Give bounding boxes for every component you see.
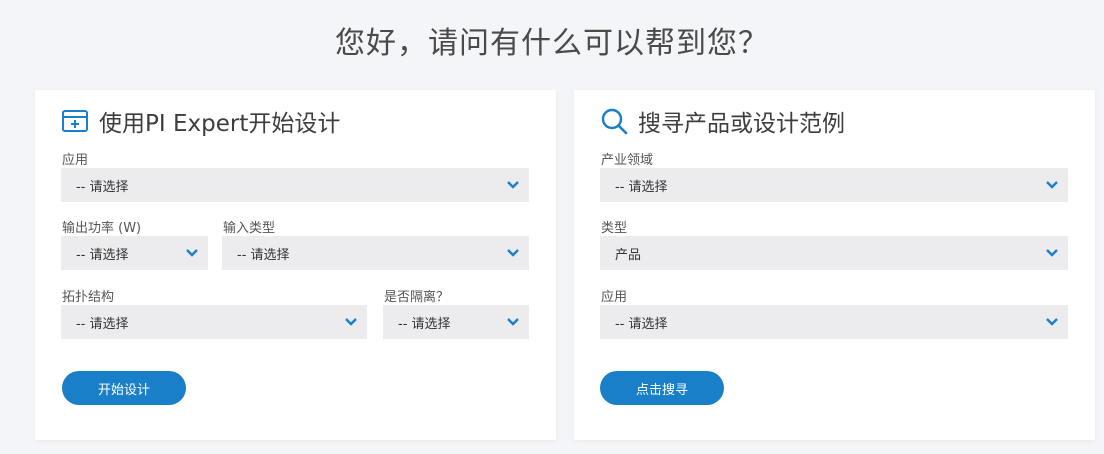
industry-select[interactable]: -- 请选择: [600, 168, 1068, 202]
search-icon: [600, 107, 628, 135]
application-select-value: -- 请选择: [76, 179, 129, 195]
page-title: 您好，请问有什么可以帮到您？: [335, 26, 769, 61]
application-label: 应用: [601, 290, 628, 305]
isolated-select-value: -- 请选择: [398, 316, 451, 332]
type-select[interactable]: 产品: [600, 236, 1068, 270]
type-label: 类型: [601, 221, 628, 236]
chevron-down-icon: [186, 249, 198, 257]
input-type-label: 输入类型: [223, 221, 276, 236]
output-power-select[interactable]: -- 请选择: [61, 236, 208, 270]
application-select[interactable]: -- 请选择: [61, 168, 529, 202]
chevron-down-icon: [507, 249, 519, 257]
output-power-select-value: -- 请选择: [76, 247, 129, 263]
topology-select-value: -- 请选择: [76, 316, 129, 332]
design-panel-icon: [61, 107, 89, 135]
chevron-down-icon: [507, 318, 519, 326]
start-design-button[interactable]: 开始设计: [62, 371, 186, 405]
topology-label: 拓扑结构: [62, 290, 115, 305]
application-label: 应用: [62, 153, 89, 168]
chevron-down-icon: [507, 181, 519, 189]
application-select-value: -- 请选择: [615, 316, 668, 332]
input-type-select-value: -- 请选择: [237, 247, 290, 263]
chevron-down-icon: [1046, 181, 1058, 189]
isolated-select[interactable]: -- 请选择: [383, 305, 529, 339]
isolated-label: 是否隔离？: [384, 290, 450, 305]
chevron-down-icon: [345, 318, 357, 326]
input-type-select[interactable]: -- 请选择: [222, 236, 529, 270]
search-products-card: 搜寻产品或设计范例 产业领域 -- 请选择 类型 产品 应用 -- 请选择 点击…: [574, 90, 1095, 440]
chevron-down-icon: [1046, 318, 1058, 326]
card-header: 使用PI Expert开始设计: [61, 104, 340, 138]
application-select[interactable]: -- 请选择: [600, 305, 1068, 339]
chevron-down-icon: [1046, 249, 1058, 257]
card-title: 搜寻产品或设计范例: [638, 111, 845, 137]
pi-expert-design-card: 使用PI Expert开始设计 应用 -- 请选择 输出功率 (W) -- 请选…: [35, 90, 556, 440]
card-header: 搜寻产品或设计范例: [600, 104, 845, 138]
search-button[interactable]: 点击搜寻: [600, 371, 724, 405]
industry-label: 产业领域: [601, 153, 654, 168]
type-select-value: 产品: [615, 247, 642, 263]
output-power-label: 输出功率 (W): [62, 221, 142, 236]
card-title: 使用PI Expert开始设计: [99, 111, 341, 137]
industry-select-value: -- 请选择: [615, 179, 668, 195]
topology-select[interactable]: -- 请选择: [61, 305, 367, 339]
